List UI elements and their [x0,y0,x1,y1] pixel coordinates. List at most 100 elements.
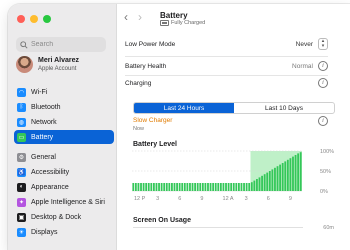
low-power-mode-value[interactable]: Never [296,41,313,48]
sidebar-item-network[interactable]: ◍ Network [14,115,114,129]
sidebar-group-network: ◠ Wi-Fi ᛒ Bluetooth ◍ Network ▭ Battery [14,85,114,145]
settings-window: Meri Alvarez Apple Account ◠ Wi-Fi ᛒ Blueto… [8,4,350,250]
y-tick-label: 0% [320,189,328,195]
low-power-mode-label: Low Power Mode [125,40,176,48]
battery-level-bar [173,183,176,191]
sidebar-group-system: ⚙ General ♿ Accessibility ◐ Appearance ✦ Apple … [14,150,114,240]
x-tick-label: 12 A [223,196,234,202]
battery-level-bar [194,183,197,191]
sidebar-item-label: Network [31,118,57,126]
account-name: Meri Alvarez [38,56,79,64]
battery-level-bar [176,183,178,191]
sidebar-item-bluetooth[interactable]: ᛒ Bluetooth [14,100,114,114]
search-icon [20,40,28,49]
battery-level-bar [199,183,202,191]
battery-level-bar [263,174,266,191]
battery-level-bar [258,177,261,191]
screen-on-usage-title: Screen On Usage [133,217,191,224]
close-button[interactable] [17,15,25,23]
sidebar: Meri Alvarez Apple Account ◠ Wi-Fi ᛒ Blueto… [8,4,117,250]
battery-level-bar [294,155,297,191]
sidebar-item-wi-fi[interactable]: ◠ Wi-Fi [14,85,114,99]
battery-level-bar [274,167,276,191]
battery-level-bar [222,183,225,191]
divider [125,56,328,57]
x-tick-label: 9 [200,196,203,202]
battery-level-bar [155,183,158,191]
battery-level-bar [284,161,287,191]
battery-level-bar [243,183,245,191]
search-input[interactable] [28,41,105,48]
battery-level-bar [250,182,253,191]
charger-status: Slow Charger [133,117,173,124]
x-tick-label: 12 P [134,196,146,202]
sidebar-item-label: Accessibility [31,168,70,176]
battery-level-bar [171,183,173,191]
battery-level-bar [248,183,251,191]
battery-level-bar [168,183,171,191]
sidebar-item-appearance[interactable]: ◐ Appearance [14,180,114,194]
battery-level-bar [207,183,209,191]
window-controls [17,15,51,23]
tab-last-24-hours[interactable]: Last 24 Hours [134,103,234,113]
battery-level-bar [134,183,137,191]
charging-info-icon[interactable]: i [318,78,328,88]
account-item[interactable]: Meri Alvarez Apple Account [16,56,79,73]
battery-level-bar [158,183,160,191]
x-tick-label: 3 [156,196,159,202]
battery-level-bar [240,183,243,191]
charge-status: Fully Charged [160,20,205,26]
sidebar-item-accessibility[interactable]: ♿ Accessibility [14,165,114,179]
battery-icon: ▭ [17,132,26,142]
sidebar-item-label: Desktop & Dock [31,213,82,221]
battery-level-bar [219,183,222,191]
sidebar-item-general[interactable]: ⚙ General [14,150,114,164]
battery-level-bar [253,180,256,191]
battery-level-bar [204,183,207,191]
battery-level-bar [266,172,269,191]
sidebar-item-desktop-dock[interactable]: ▣ Desktop & Dock [14,210,114,224]
battery-level-bar [163,183,166,191]
sidebar-item-battery[interactable]: ▭ Battery [14,130,114,144]
sidebar-item-label: Bluetooth [31,103,61,111]
y-tick-label: 100% [320,149,334,155]
wifi-icon: ◠ [17,87,26,97]
usage-gridline [133,227,303,228]
dock-icon: ▣ [17,212,26,222]
sidebar-item-displays[interactable]: ☀ Displays [14,225,114,239]
battery-level-title: Battery Level [133,141,177,148]
appearance-icon: ◐ [17,182,26,192]
x-tick-label: 6 [178,196,181,202]
battery-level-bar [268,171,271,191]
zoom-button[interactable] [43,15,51,23]
low-power-mode-popup-icon[interactable]: ▴ ▾ [318,38,328,50]
forward-chevron-icon[interactable]: › [138,11,152,23]
sidebar-item-label: Apple Intelligence & Siri [31,198,105,206]
sidebar-item-label: Wi-Fi [31,88,48,96]
battery-health-label: Battery Health [125,62,167,70]
battery-level-bar [142,183,145,191]
battery-level-bar [196,183,199,191]
tab-last-10-days[interactable]: Last 10 Days [234,103,334,113]
battery-level-bar [160,183,163,191]
battery-level-bar [256,179,258,191]
battery-level-bar [281,163,284,191]
charger-info-icon[interactable]: i [318,116,328,126]
x-tick-label: 6 [267,196,270,202]
accessibility-icon: ♿ [17,167,26,177]
battery-level-bar [279,164,282,191]
page-title: Battery [160,11,188,20]
x-tick-label: 9 [289,196,292,202]
search-field[interactable] [16,37,106,52]
battery-level-bar [297,153,300,191]
battery-level-bar [237,183,240,191]
minimize-button[interactable] [30,15,38,23]
battery-level-bar [186,183,189,191]
battery-status-icon [160,20,169,26]
back-chevron-icon[interactable]: ‹ [124,11,138,23]
battery-level-chart: 100% 50% 0% 12 P 3 6 9 12 A 3 6 9 [132,149,334,202]
battery-level-bar [137,183,140,191]
sidebar-item-apple-intelligence-siri[interactable]: ✦ Apple Intelligence & Siri [14,195,114,209]
bluetooth-icon: ᛒ [17,102,26,112]
battery-health-info-icon[interactable]: i [318,61,328,71]
